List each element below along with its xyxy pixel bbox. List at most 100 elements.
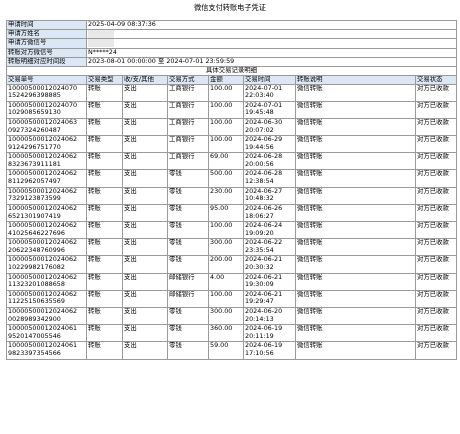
table-row: 10000500012024061 9823397354566 转账 支出 零钱 59.0… [6,341,457,360]
transaction-status: 对方已收款 [415,341,457,360]
transaction-id: 10000500012024062 11225150635569 [6,289,87,308]
transaction-id: 10000500012024062 11323201088658 [6,272,87,291]
applicant-info: 申请时间 2025-04-09 08:37:36 申请方姓名 申请方微信号 转账对方微信… [6,20,457,67]
table-row: 10000500012024070 1029085659130 转账 支出 工商银行 10… [6,100,457,119]
payment-method: 零钱 [167,238,209,257]
direction: 支出 [122,83,168,102]
transaction-type: 转账 [86,238,123,257]
info-label: 申请方微信号 [6,38,87,50]
transaction-id-line: 0927324260487 [8,125,61,134]
redacted-block [88,39,114,48]
transaction-time: 2024-06-19 20:11:19 [243,324,296,343]
transaction-type: 转账 [86,203,123,223]
info-label: 转账对方微信号 [6,48,87,58]
amount: 360.00 [208,324,244,343]
info-value: N*****24 [86,48,457,58]
transaction-status: 对方已收款 [415,203,457,223]
transfer-note: 微信转账 [295,83,416,102]
amount: 4.00 [208,272,244,291]
amount: 69.00 [208,152,244,171]
amount: 100.00 [208,83,244,102]
table-row: 10000500012024070 1524296398885 转账 支出 工商银行 10… [6,83,457,102]
transfer-note: 微信转账 [295,272,416,291]
transaction-time-line: 20:11:19 [245,331,274,340]
transaction-status: 对方已收款 [415,289,457,308]
transaction-id: 10000500012024070 1524296398885 [6,83,87,102]
transaction-id-line: 11323201088658 [8,280,65,289]
info-row: 转账明细对应时间段 2023-08-01 00:00:00 至 2024-07-0… [6,56,457,67]
transaction-time: 2024-06-22 23:35:54 [243,238,296,257]
transaction-time-line: 20:00:56 [245,159,274,168]
transaction-id: 10000500012024062 10229982176082 [6,255,87,274]
column-header: 转账说明 [295,74,416,85]
info-value [86,38,457,50]
transaction-type: 转账 [86,341,123,360]
column-header-row: 交易单号 交易类型 收/支/其他 交易方式 金额 交易时间 转账说明 交易状态 [6,74,457,85]
transaction-id: 10000500012024062 7329123873599 [6,186,87,205]
amount: 200.00 [208,255,244,274]
transaction-type: 转账 [86,289,123,308]
transaction-time-line: 20:30:32 [245,263,274,272]
column-header: 交易方式 [167,74,209,85]
transaction-id: 10000500012024062 0028989342900 [6,306,87,326]
transaction-time-line: 10:48:32 [245,194,274,203]
amount: 300.00 [208,238,244,257]
info-label: 转账明细对应时间段 [6,56,87,67]
transaction-time: 2024-06-30 20:07:02 [243,117,296,137]
voucher-page: 微信支付转账电子凭证 申请时间 2025-04-09 08:37:36 申请方姓名申… [0,0,460,434]
transaction-type: 转账 [86,186,123,205]
transaction-time: 2024-06-28 12:38:54 [243,169,296,188]
transaction-status: 对方已收款 [415,306,457,326]
info-label: 申请时间 [6,20,87,30]
table-row: 10000500012024062 0028989342900 转账 支出 零钱 300.… [6,306,457,326]
table-row: 10000500012024062 7329123873599 转账 支出 零钱 230.… [6,186,457,205]
transaction-status: 对方已收款 [415,238,457,257]
transfer-note: 微信转账 [295,221,416,240]
transaction-status: 对方已收款 [415,169,457,188]
transaction-time: 2024-07-01 22:03:40 [243,83,296,102]
transfer-note: 微信转账 [295,100,416,119]
amount: 59.00 [208,341,244,360]
table-row: 10000500012024062 9124296751770 转账 支出 工商银行 10… [6,135,457,154]
transaction-id-line: 20622348760996 [8,245,65,254]
column-header: 交易时间 [243,74,296,85]
transaction-time-line: 18:06:27 [245,211,274,220]
direction: 支出 [122,238,168,257]
transaction-id-line: 9520147005546 [8,331,61,340]
payment-method: 零钱 [167,203,209,223]
column-header: 金额 [208,74,244,85]
table-row: 10000500012024063 0927324260487 转账 支出 工商银行 10… [6,117,457,137]
transaction-status: 对方已收款 [415,324,457,343]
transaction-time-line: 20:07:02 [245,125,274,134]
transaction-id: 10000500012024061 9823397354566 [6,341,87,360]
amount: 500.00 [208,169,244,188]
payment-method: 邮储银行 [167,272,209,291]
redacted-block [88,30,114,38]
transaction-id-line: 11225150635569 [8,297,65,306]
info-row: 申请时间 2025-04-09 08:37:36 [6,20,457,30]
transfer-note: 微信转账 [295,152,416,171]
transfer-note: 微信转账 [295,255,416,274]
transaction-status: 对方已收款 [415,272,457,291]
info-row: 申请方姓名 [6,28,457,40]
transaction-status: 对方已收款 [415,221,457,240]
transaction-type: 转账 [86,272,123,291]
transaction-id-line: 1029085659130 [8,108,61,117]
direction: 支出 [122,152,168,171]
transaction-status: 对方已收款 [415,135,457,154]
transaction-time: 2024-06-29 19:44:56 [243,135,296,154]
transaction-time: 2024-06-19 17:10:56 [243,341,296,360]
amount: 95.00 [208,203,244,223]
transaction-type: 转账 [86,306,123,326]
info-label: 申请方姓名 [6,28,87,40]
transaction-time-line: 22:03:40 [245,91,274,100]
transaction-time: 2024-06-21 19:30:09 [243,272,296,291]
table-row: 10000500012024062 8112962057497 转账 支出 零钱 500.… [6,169,457,188]
amount: 100.00 [208,100,244,119]
payment-method: 零钱 [167,221,209,240]
table-row: 10000500012024062 11323201088658 转账 支出 邮储银行 4… [6,272,457,291]
amount: 300.00 [208,306,244,326]
transaction-id: 10000500012024062 9124296751770 [6,135,87,154]
direction: 支出 [122,117,168,137]
direction: 支出 [122,324,168,343]
